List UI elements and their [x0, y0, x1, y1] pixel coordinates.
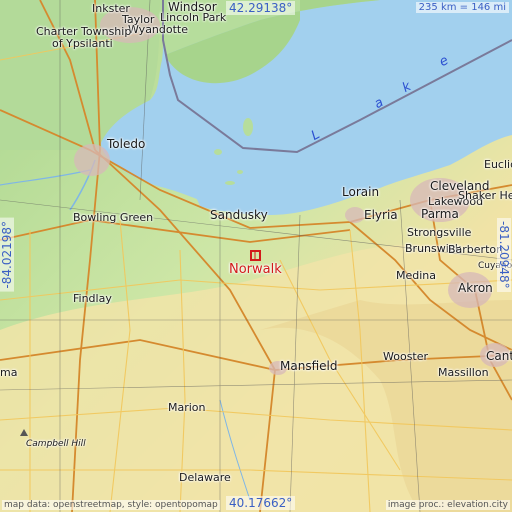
map-canvas	[0, 0, 512, 512]
city-label-ima: ma	[0, 366, 18, 379]
highlighted-city-label: Norwalk	[229, 262, 282, 277]
city-label-lorain: Lorain	[342, 185, 380, 199]
city-label-shaker-heigh: Shaker Heigh	[458, 189, 512, 202]
city-label-medina: Medina	[396, 269, 437, 282]
city-label-sandusky: Sandusky	[210, 208, 268, 222]
island	[214, 149, 222, 155]
island	[243, 118, 253, 136]
attribution-right[interactable]: image proc.: elevation.city	[385, 500, 510, 510]
city-label-cant: Cant	[486, 349, 512, 363]
coord-south: 40.17662°	[226, 496, 296, 510]
city-label-marion: Marion	[168, 401, 206, 414]
city-label-toledo: Toledo	[107, 137, 146, 151]
city-label-bowling-green: Bowling Green	[73, 211, 154, 224]
city-label-findlay: Findlay	[73, 292, 112, 305]
city-label-delaware: Delaware	[179, 471, 231, 484]
city-label-euclid: Euclid	[484, 158, 512, 171]
coord-west: -84.02198°	[0, 218, 14, 292]
city-label-massillon: Massillon	[438, 366, 489, 379]
city-label-mansfield: Mansfield	[280, 359, 338, 373]
city-label-lincoln-park: Lincoln Park	[160, 11, 227, 24]
island	[225, 181, 235, 185]
island	[237, 170, 243, 174]
city-label-barberton: Barberton	[448, 243, 504, 256]
city-label-taylor: Taylor	[122, 13, 155, 26]
city-label-akron: Akron	[458, 281, 493, 295]
city-label-strongsville: Strongsville	[407, 226, 472, 239]
peak-label-campbell-hill: Campbell Hill	[26, 439, 86, 449]
city-label-charter-township: Charter Township	[36, 25, 132, 38]
city-label-wooster: Wooster	[383, 350, 429, 363]
coord-north: 42.29138°	[226, 1, 296, 15]
coord-east: -81.20948°	[497, 218, 511, 292]
city-label-of-ypsilanti: of Ypsilanti	[52, 37, 113, 50]
attribution-left[interactable]: map data: openstreetmap, style: opentopo…	[2, 500, 220, 510]
scale-label: 235 km = 146 mi	[415, 2, 509, 13]
topographic-map[interactable]: e k a L Wyandotte Inkster Windsor Lincol…	[0, 0, 512, 512]
city-label-parma: Parma	[421, 207, 459, 221]
city-label-elyria: Elyria	[364, 208, 398, 222]
